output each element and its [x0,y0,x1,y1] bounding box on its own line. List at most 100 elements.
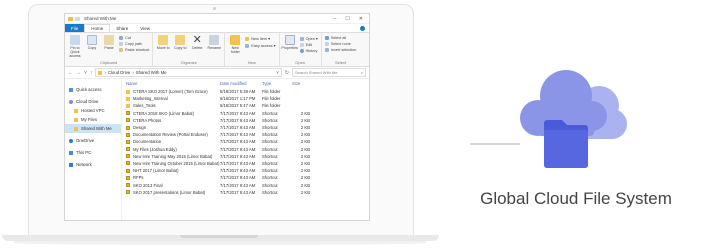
tab-home[interactable]: Home [84,24,111,32]
quick-access-toolbar-icon[interactable] [75,16,80,21]
table-row[interactable]: CTERA SKO 2017 (Lomer) (Tom Grace) 5/16/2… [122,88,369,95]
cut-button[interactable]: Cut [119,36,149,40]
rename-button[interactable]: Rename [207,35,221,50]
properties-button[interactable]: Properties [281,35,298,50]
invert-selection-button[interactable]: Invert selection [324,48,356,52]
file-name: Sales_Tools [133,103,156,109]
tab-file[interactable]: File [65,24,85,32]
file-name: CTERA SKO 2017 (Lomer) (Tom Grace) [133,89,208,95]
column-name[interactable]: Name [122,81,220,86]
sidebar-item-network[interactable]: Network [65,160,121,169]
table-row[interactable]: RFPs 7/17/2017 9:43 AM Shortcut 2 KB [122,174,369,181]
laptop-camera [213,7,216,10]
history-button[interactable]: History [299,49,318,53]
type-cell: Shortcut [262,139,278,145]
minimize-icon[interactable]: – [334,16,337,22]
sidebar-item-this-pc[interactable]: This PC [65,148,121,157]
date-modified-cell: 7/17/2017 9:43 AM [220,110,256,116]
table-row[interactable]: Design 7/17/2017 9:43 AM Shortcut 2 KB [122,124,369,131]
new-folder-button[interactable]: New folder [228,35,242,54]
history-icon [299,49,304,53]
table-row[interactable]: New Hire Training October 2015 (Limor Ba… [122,160,369,167]
ribbon-tabs: File Home Share View [65,24,369,32]
back-icon[interactable]: ← [68,70,73,76]
file-name: New Hire Training October 2015 (Limor Ba… [133,160,220,166]
paste-icon [104,35,114,45]
table-row[interactable]: CTERA 2018 SKO (Limor Babat) 7/17/2017 9:… [122,110,369,117]
clipboard-caption: Clipboard [100,60,118,65]
copy-path-button[interactable]: Copy path [119,42,149,46]
table-row[interactable]: Marketing_Internal 6/16/2017 1:17 PM File … [122,95,369,102]
sidebar-item-hosted-vpc[interactable]: Hosted VPC [65,106,121,115]
table-row[interactable]: New Hire Training May 2015 (Limor Babat)… [122,153,369,160]
up-icon[interactable]: ↑ [90,70,93,76]
table-row[interactable]: CTERA Photos 7/17/2017 9:43 AM Shortcut 2 K… [122,117,369,124]
move-to-button[interactable]: Move to [156,35,170,50]
size-cell: 2 KB [300,182,310,188]
date-modified-cell: 7/17/2017 9:43 AM [220,153,256,159]
shortcut-icon [126,183,130,188]
paste-shortcut-button[interactable]: Paste shortcut [119,48,149,52]
address-dropdown-icon[interactable]: ˅ [276,70,281,75]
folder-icon [68,16,73,21]
select-none-button[interactable]: Select none [324,42,357,46]
copy-to-button[interactable]: Copy to [173,35,187,50]
delete-icon: ✕ [192,34,202,46]
table-row[interactable]: NHT 2017 (Limor Babat) 7/17/2017 9:43 AM S… [122,167,369,174]
maximize-icon[interactable]: ☐ [345,16,349,22]
file-name: SKO 2013 Final [133,182,163,188]
help-icon[interactable] [360,25,365,31]
tab-view[interactable]: View [134,24,156,32]
new-item-button[interactable]: New item ▾ [245,36,275,41]
breadcrumb-shared-with-me[interactable]: Shared With Me [136,70,167,75]
tab-share[interactable]: Share [110,24,134,32]
refresh-icon[interactable]: ↻ [285,70,289,76]
file-name-cell: Sales_Tools [122,103,220,108]
file-name-cell: CTERA 2018 SKO (Limor Babat) [122,111,220,116]
open-button[interactable]: Open ▾ [299,36,318,41]
type-cell: File folder [262,96,281,102]
edit-button[interactable]: Edit [299,43,318,47]
table-row[interactable]: SKO 2013 Final 7/17/2017 9:43 AM Shortcut 2… [122,181,369,188]
new-group: New folder New item ▾ Easy access ▾ New [225,33,280,66]
forward-icon[interactable]: → [76,70,81,76]
breadcrumb-cloud-drive[interactable]: Cloud Drive [108,70,130,75]
sidebar-item-quick-access[interactable]: Quick access [65,85,121,94]
sidebar-item-cloud-drive[interactable]: Cloud Drive [65,97,121,106]
size-cell: 2 KB [300,153,310,159]
table-row[interactable]: My Files (Joshua Eddy) 7/17/2017 9:43 AM S… [122,146,369,153]
date-modified-cell: 7/17/2017 9:43 AM [220,182,256,188]
sidebar-item-onedrive[interactable]: OneDrive [65,136,121,145]
navigation-pane: Quick access Cloud Drive Hosted VPC My F… [65,79,122,220]
organize-caption: Organize [180,60,197,65]
column-size[interactable]: Size [292,81,322,86]
address-bar[interactable]: › Cloud Drive › Shared With Me ˅ [95,68,282,77]
delete-button[interactable]: ✕ Delete [190,34,204,51]
column-date-modified[interactable]: Date modified [220,81,262,86]
paste-button[interactable]: Paste [102,35,116,50]
close-icon[interactable]: ✕ [359,16,363,22]
pin-quick-access-button[interactable]: Pin to Quick access [68,35,82,58]
easy-access-button[interactable]: Easy access ▾ [245,43,276,48]
table-row[interactable]: SKO 2017 presentations (Limor Babat) 7/17… [122,189,369,196]
sidebar-item-my-files[interactable]: My Files [65,115,121,124]
select-all-button[interactable]: Select all [324,36,357,40]
select-all-icon [324,36,329,40]
pin-icon [70,35,80,45]
date-modified-cell: 7/17/2017 9:43 AM [220,132,256,138]
new-item-icon [245,36,250,41]
table-row[interactable]: Documentation 7/17/2017 9:43 AM Shortcut 2 … [122,138,369,145]
table-row[interactable]: Sales_Tools 6/16/2017 5:47 AM File folder [122,102,369,109]
search-icon: ⌕ [360,70,363,75]
type-cell: Shortcut [262,146,278,152]
column-type[interactable]: Type [262,81,292,86]
table-row[interactable]: Documentation Review (Portal Enduser) 7/1… [122,131,369,138]
sidebar-item-shared-with-me[interactable]: Shared With Me [65,124,121,133]
copy-to-icon [175,35,186,45]
laptop-base-notch [180,235,258,238]
size-cell: 2 KB [300,168,310,174]
copy-button[interactable]: Copy [85,35,99,50]
chevron-down-icon[interactable]: ˅ [84,70,87,76]
search-input[interactable]: Search Shared With Me ⌕ [292,68,366,77]
date-modified-cell: 7/17/2017 9:43 AM [220,160,256,166]
